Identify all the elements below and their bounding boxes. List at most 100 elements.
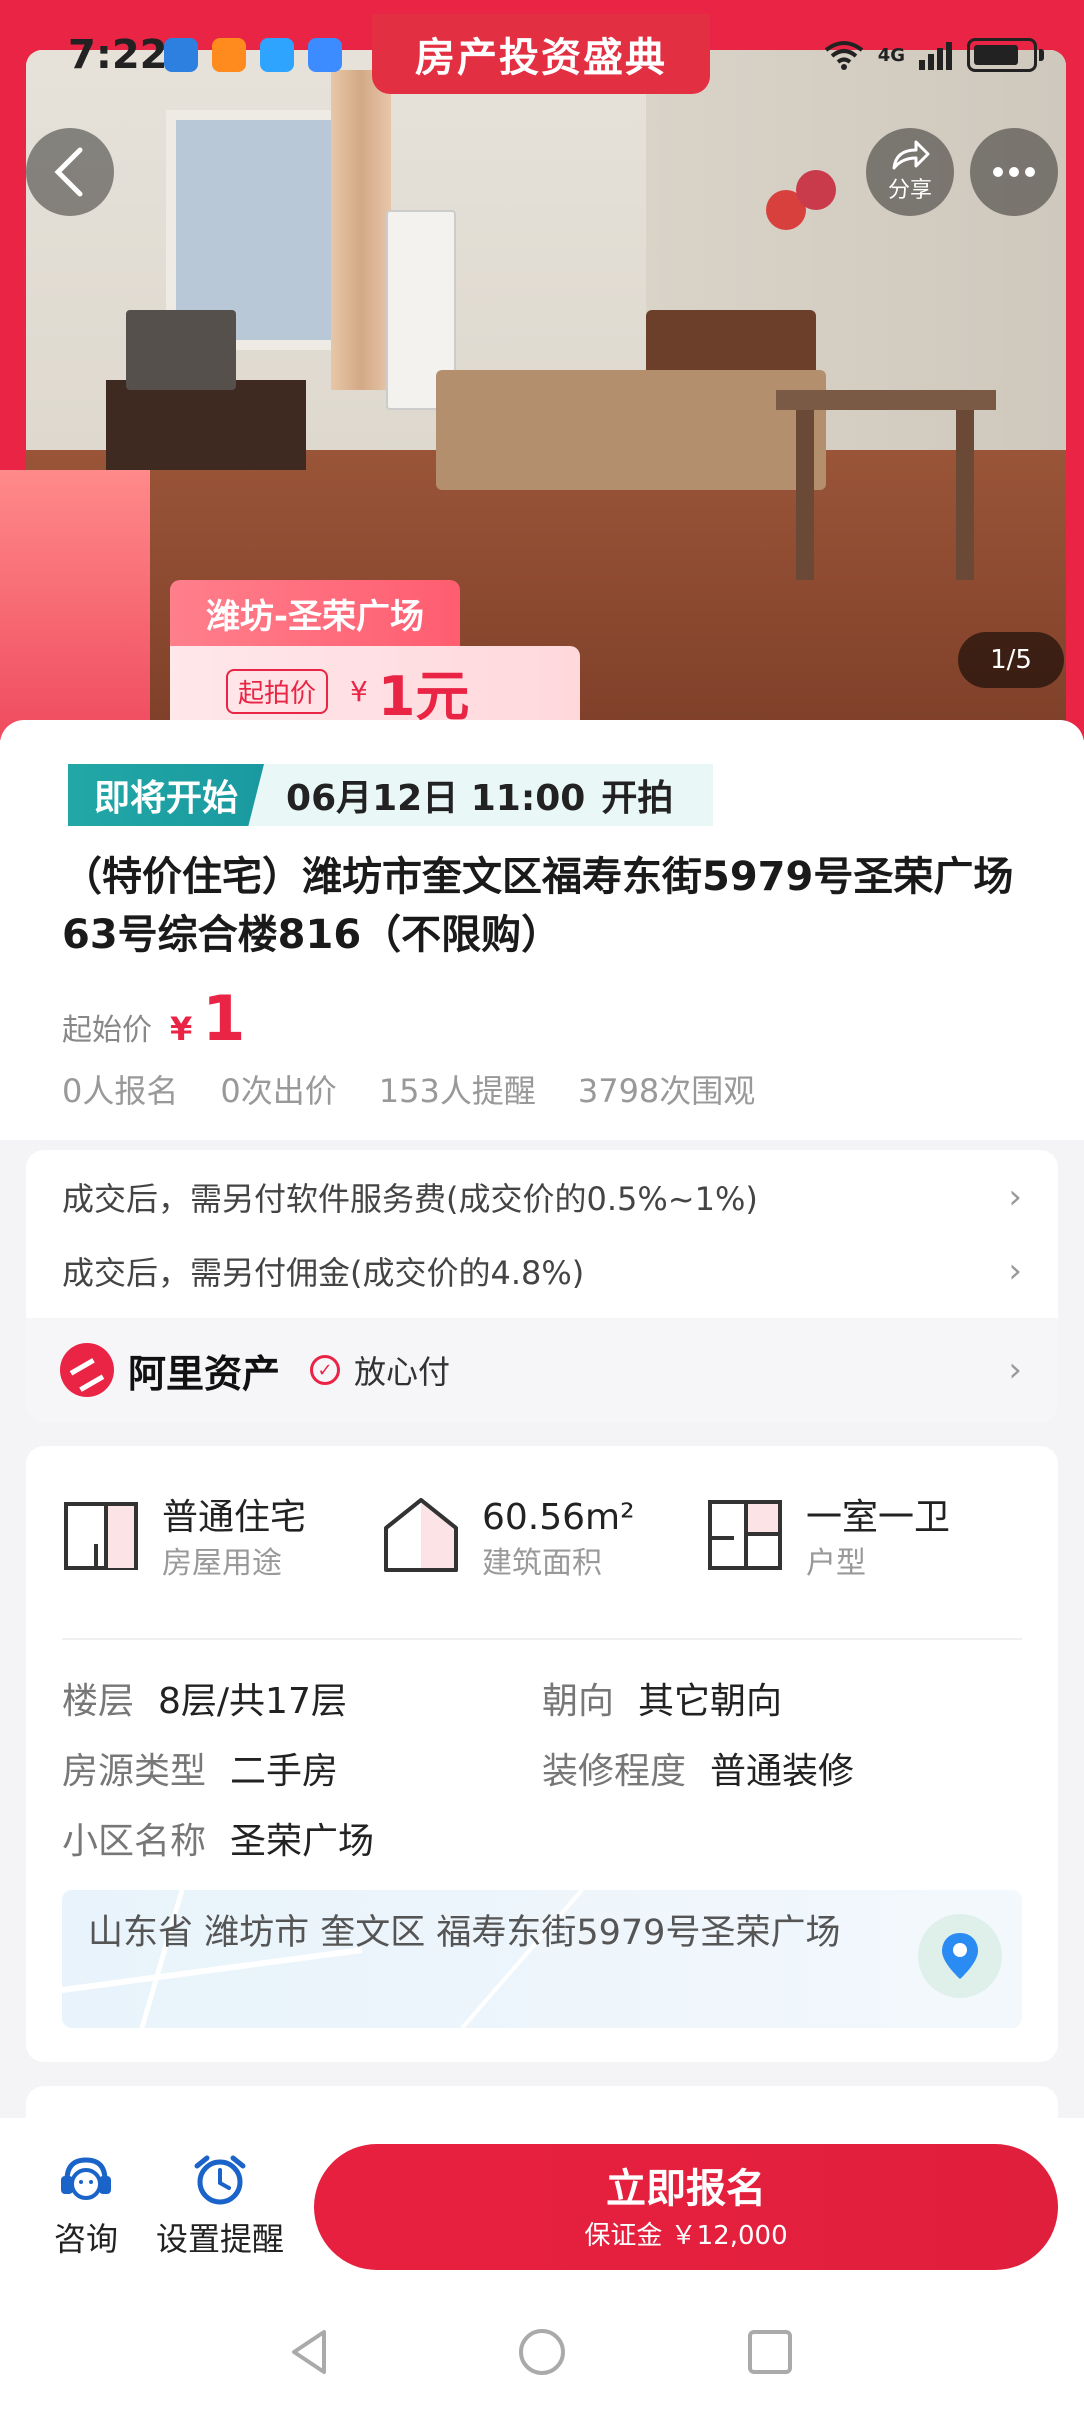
commission-text: 成交后，需另付佣金(成交价的4.8%) — [62, 1254, 585, 1292]
nav-recents-square-icon[interactable] — [742, 2324, 798, 2380]
platform-name: 阿里资产 — [128, 1351, 281, 1396]
attr-type: 房源类型 二手房 — [62, 1742, 338, 1794]
service-fee-text: 成交后，需另付软件服务费(成交价的0.5%~1%) — [62, 1180, 758, 1218]
listing-title: （特价住宅）潍坊市奎文区福寿东街5979号圣荣广场63号综合楼816（不限购） — [62, 854, 1014, 958]
chevron-right-icon: › — [1008, 1350, 1022, 1390]
fees-card: 成交后，需另付软件服务费(成交价的0.5%~1%) › 成交后，需另付佣金(成交… — [26, 1150, 1058, 1422]
address-map-card[interactable]: 山东省 潍坊市 奎文区 福寿东街5979号圣荣广场 — [62, 1890, 1022, 2028]
calendar-app-icon — [164, 38, 198, 72]
attr-orientation-value: 其它朝向 — [638, 1681, 783, 1722]
stat-bids: 0次出价 — [220, 1072, 337, 1110]
attr-orientation-key: 朝向 — [542, 1681, 615, 1722]
spec-layout-label: 户型 — [806, 1546, 866, 1581]
promo-city-art — [0, 470, 150, 740]
attr-community-key: 小区名称 — [62, 1821, 207, 1862]
video-app-icon — [212, 38, 246, 72]
attr-community: 小区名称 圣荣广场 — [62, 1812, 374, 1864]
status-indicators: 4G — [824, 38, 1044, 72]
promo-tag: 起拍价 — [226, 668, 329, 714]
battery-icon — [967, 38, 1037, 72]
hero-gallery[interactable]: 潍坊-圣荣广场 起拍价 ¥ 1元 1/5 — [0, 0, 1084, 740]
attr-orientation: 朝向 其它朝向 — [542, 1672, 782, 1724]
floorplan-icon — [708, 1500, 782, 1570]
more-dots-icon — [993, 167, 1035, 177]
spec-layout-value: 一室一卫 — [806, 1497, 951, 1538]
share-icon — [892, 140, 930, 170]
consult-label: 咨询 — [54, 2220, 119, 2258]
bottom-action-bar: 咨询 设置提醒 立即报名 保证金 ￥12,000 — [0, 2118, 1084, 2294]
location-pin-icon[interactable] — [918, 1914, 1002, 1998]
back-button[interactable] — [26, 128, 114, 216]
image-counter: 1/5 — [958, 632, 1064, 688]
attr-floor-key: 楼层 — [62, 1681, 135, 1722]
wifi-icon — [824, 41, 863, 70]
signal-icon — [919, 42, 952, 70]
service-fee-row[interactable]: 成交后，需另付软件服务费(成交价的0.5%~1%) › — [62, 1160, 1022, 1234]
spec-usage-value: 普通住宅 — [162, 1497, 307, 1538]
spec-usage: 普通住宅 房屋用途 — [62, 1494, 306, 1586]
promo-badge: 潍坊-圣荣广场 起拍价 ¥ 1元 — [170, 580, 580, 740]
alarm-clock-icon — [194, 2155, 246, 2205]
attr-decor-value: 普通装修 — [710, 1751, 855, 1792]
auction-start-time: 06月12日 11:00 — [286, 778, 586, 819]
auction-time-chip: 06月12日 11:00 开拍 — [246, 764, 714, 826]
auction-stats: 0人报名 0次出价 153人提醒 3798次围观 — [62, 1066, 755, 1112]
customer-service-icon — [61, 2157, 111, 2200]
deposit-label: 保证金 ￥12,000 — [584, 2220, 788, 2251]
stat-reminders: 153人提醒 — [378, 1072, 536, 1110]
auction-status-bar: 即将开始 06月12日 11:00 开拍 — [68, 764, 714, 826]
chevron-right-icon: › — [1008, 1177, 1022, 1217]
auction-status-chip: 即将开始 — [68, 764, 265, 826]
consult-button[interactable]: 咨询 — [54, 2154, 118, 2260]
stat-views: 3798次围观 — [577, 1072, 756, 1110]
more-button[interactable] — [970, 128, 1058, 216]
address-text: 山东省 潍坊市 奎文区 福寿东街5979号圣荣广场 — [88, 1913, 841, 1953]
starting-price: 起始价 ¥ 1 — [62, 982, 245, 1055]
attr-decor: 装修程度 普通装修 — [542, 1742, 854, 1794]
auction-info-card: 即将开始 06月12日 11:00 开拍 （特价住宅）潍坊市奎文区福寿东街597… — [0, 720, 1084, 1140]
safe-pay-row[interactable]: 阿里资产 ✓ 放心付 › — [26, 1318, 1058, 1422]
price-label: 起始价 — [62, 1013, 152, 1048]
price-currency: ¥ — [170, 1010, 193, 1048]
system-navigation-bar — [0, 2294, 1084, 2412]
ali-assets-logo-icon — [60, 1343, 114, 1397]
attr-floor: 楼层 8层/共17层 — [62, 1672, 347, 1724]
nav-home-circle-icon[interactable] — [514, 2324, 570, 2380]
nav-back-triangle-icon[interactable] — [282, 2324, 338, 2380]
attr-decor-key: 装修程度 — [542, 1751, 687, 1792]
status-bar: 7:22 房产投资盛典 4G — [0, 0, 1084, 100]
divider — [62, 1638, 1022, 1640]
status-app-icons — [164, 38, 342, 72]
promo-location: 潍坊-圣荣广场 — [170, 580, 460, 646]
check-circle-icon: ✓ — [310, 1355, 341, 1385]
network-type: 4G — [877, 44, 905, 66]
price-value: 1 — [202, 982, 246, 1055]
spec-area: 60.56m² 建筑面积 — [382, 1494, 635, 1586]
status-time: 7:22 — [68, 32, 168, 78]
photo-bed — [436, 370, 826, 490]
share-button[interactable]: 分享 — [866, 128, 954, 216]
spec-usage-label: 房屋用途 — [162, 1546, 282, 1581]
spec-area-label: 建筑面积 — [482, 1546, 602, 1581]
chevron-right-icon: › — [1008, 1251, 1022, 1291]
promo-currency: ¥ — [350, 674, 368, 708]
attr-floor-value: 8层/共17层 — [158, 1681, 347, 1722]
commission-row[interactable]: 成交后，需另付佣金(成交价的4.8%) › — [62, 1234, 1022, 1308]
attr-type-key: 房源类型 — [62, 1751, 207, 1792]
stat-signups: 0人报名 — [62, 1072, 179, 1110]
signup-button[interactable]: 立即报名 保证金 ￥12,000 — [314, 2144, 1058, 2270]
spec-area-value: 60.56m² — [482, 1497, 635, 1538]
auction-start-suffix: 开拍 — [601, 778, 674, 819]
search-app-icon — [308, 38, 342, 72]
spec-layout: 一室一卫 户型 — [706, 1494, 950, 1586]
safe-pay-label: 放心付 — [354, 1353, 451, 1391]
chevron-left-icon — [54, 147, 83, 197]
attr-community-value: 圣荣广场 — [230, 1821, 375, 1862]
browser-app-icon — [260, 38, 294, 72]
attr-type-value: 二手房 — [230, 1751, 339, 1792]
signup-label: 立即报名 — [606, 2165, 766, 2212]
property-details-card: 普通住宅 房屋用途 60.56m² 建筑面积 一室一卫 户型 楼层 8层/共17… — [26, 1446, 1058, 2062]
event-banner[interactable]: 房产投资盛典 — [372, 14, 710, 94]
set-reminder-button[interactable]: 设置提醒 — [156, 2154, 284, 2260]
area-icon — [384, 1498, 458, 1572]
